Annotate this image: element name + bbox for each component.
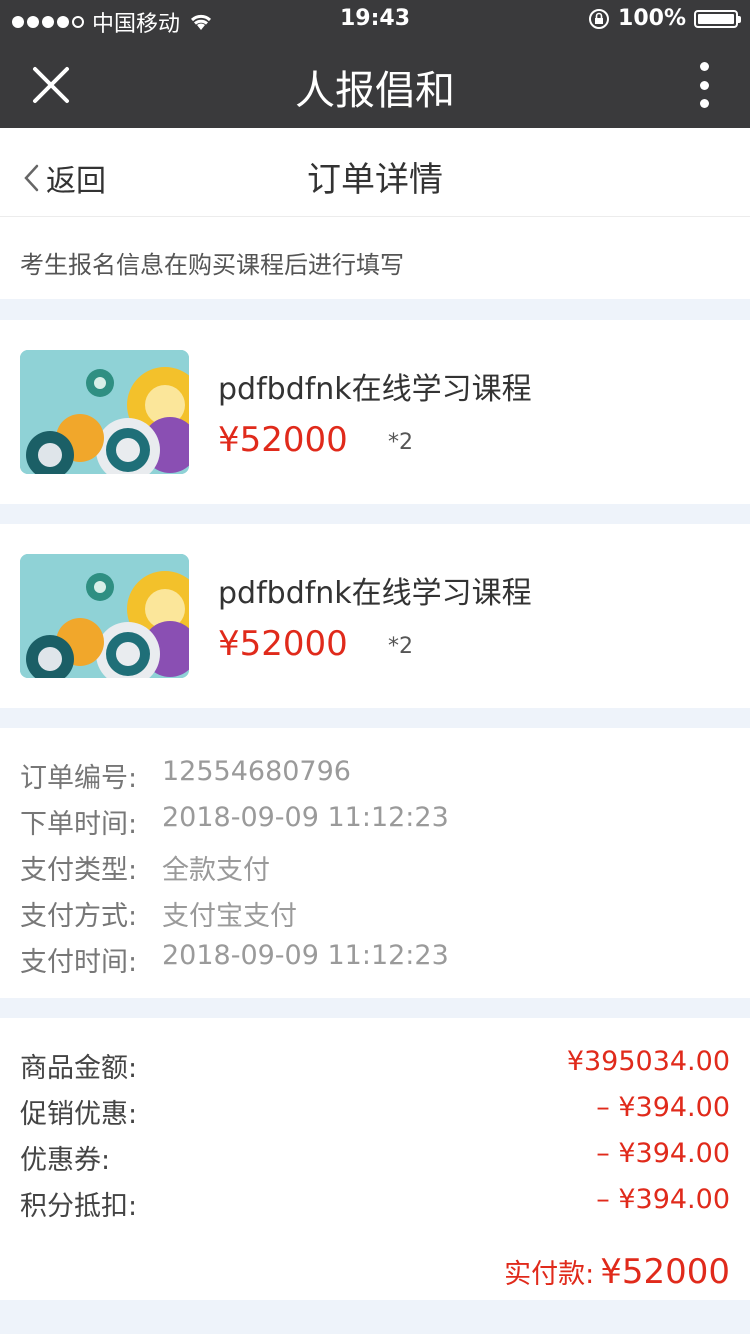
app-title: 人报倡和 — [295, 68, 455, 114]
product-price: ¥52000 — [218, 420, 348, 460]
payment-time-label: 支付时间: — [20, 947, 138, 978]
payment-time-row: 支付时间: 2018-09-09 11:12:23 — [20, 940, 449, 979]
product-name: pdfbdfnk在线学习课程 — [218, 576, 532, 611]
registration-notice: 考生报名信息在购买课程后进行填写 — [0, 217, 750, 299]
payment-method-row: 支付方式: 支付宝支付 — [20, 894, 297, 933]
payment-time-value: 2018-09-09 11:12:23 — [162, 940, 449, 971]
status-bar: 中国移动 19:43 100% — [0, 0, 750, 40]
payment-type-row: 支付类型: 全款支付 — [20, 848, 270, 887]
order-number-value: 12554680796 — [162, 756, 351, 787]
order-number-row: 订单编号: 12554680796 — [20, 756, 351, 795]
notice-text: 考生报名信息在购买课程后进行填写 — [20, 251, 404, 279]
payment-type-value: 全款支付 — [162, 855, 270, 886]
coupon-label: 优惠券: — [20, 1145, 111, 1176]
payment-method-label: 支付方式: — [20, 901, 138, 932]
product-price: ¥52000 — [218, 624, 348, 664]
battery-percentage: 100% — [618, 6, 686, 31]
goods-amount-value: ¥395034.00 — [566, 1046, 730, 1077]
promotion-discount-label: 促销优惠: — [20, 1099, 138, 1130]
page-title: 订单详情 — [307, 160, 443, 200]
total-paid-label: 实付款: — [504, 1259, 595, 1290]
promotion-discount-row: 促销优惠: – ¥394.00 — [20, 1092, 730, 1131]
orientation-lock-icon — [589, 8, 610, 29]
points-deduction-value: – ¥394.00 — [596, 1184, 730, 1215]
order-time-value: 2018-09-09 11:12:23 — [162, 802, 449, 833]
product-quantity: *2 — [388, 430, 413, 455]
amount-summary-section: 商品金额: ¥395034.00 促销优惠: – ¥394.00 优惠券: – … — [0, 1018, 750, 1300]
total-paid-value: ¥52000 — [600, 1252, 730, 1292]
product-card[interactable]: pdfbdfnk在线学习课程 ¥52000 *2 — [0, 524, 750, 708]
payment-method-value: 支付宝支付 — [162, 901, 297, 932]
promotion-discount-value: – ¥394.00 — [596, 1092, 730, 1123]
page-header: 返回 订单详情 — [0, 128, 750, 217]
product-quantity: *2 — [388, 634, 413, 659]
product-card[interactable]: pdfbdfnk在线学习课程 ¥52000 *2 — [0, 320, 750, 504]
product-name: pdfbdfnk在线学习课程 — [218, 372, 532, 407]
battery-icon — [694, 9, 741, 28]
more-options-icon[interactable] — [700, 62, 710, 108]
goods-amount-row: 商品金额: ¥395034.00 — [20, 1046, 730, 1085]
coupon-row: 优惠券: – ¥394.00 — [20, 1138, 730, 1177]
order-time-label: 下单时间: — [20, 809, 138, 840]
order-info-section: 订单编号: 12554680796 下单时间: 2018-09-09 11:12… — [0, 728, 750, 998]
total-paid: 实付款: ¥52000 — [504, 1252, 730, 1292]
order-time-row: 下单时间: 2018-09-09 11:12:23 — [20, 802, 449, 841]
app-nav-bar: 人报倡和 — [0, 40, 750, 128]
points-deduction-label: 积分抵扣: — [20, 1191, 138, 1222]
product-thumbnail — [20, 350, 189, 474]
points-deduction-row: 积分抵扣: – ¥394.00 — [20, 1184, 730, 1223]
payment-type-label: 支付类型: — [20, 855, 138, 886]
coupon-value: – ¥394.00 — [596, 1138, 730, 1169]
goods-amount-label: 商品金额: — [20, 1053, 138, 1084]
product-thumbnail — [20, 554, 189, 678]
order-number-label: 订单编号: — [20, 763, 138, 794]
